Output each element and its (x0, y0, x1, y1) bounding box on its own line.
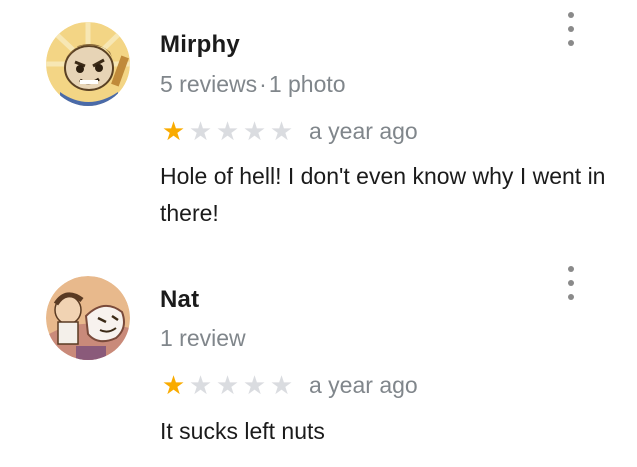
more-vertical-icon (568, 294, 574, 300)
review-date: a year ago (309, 117, 418, 144)
review-count: 1 review (160, 325, 246, 351)
rating-row: ★ ★ ★ ★ ★ a year ago (160, 371, 418, 399)
cartoon-face-avatar-icon (46, 22, 130, 106)
star-rating: ★ ★ ★ ★ ★ (160, 372, 295, 398)
meta-separator: · (259, 71, 267, 97)
more-vertical-icon (568, 12, 574, 18)
star-empty-icon: ★ (269, 370, 294, 400)
star-empty-icon: ★ (188, 116, 213, 146)
reviewer-meta: 1 review (160, 325, 246, 352)
more-vertical-icon (568, 26, 574, 32)
star-empty-icon: ★ (215, 370, 240, 400)
review-text: It sucks left nuts (160, 418, 325, 444)
star-empty-icon: ★ (242, 370, 267, 400)
reviewer-avatar[interactable] (46, 22, 130, 106)
more-options-button[interactable] (560, 12, 582, 46)
star-empty-icon: ★ (242, 116, 267, 146)
star-empty-icon: ★ (188, 370, 213, 400)
photo-count: 1 photo (268, 71, 346, 97)
reviewer-meta: 5 reviews·1 photo (160, 71, 346, 98)
cartoon-characters-avatar-icon (46, 276, 130, 360)
review-text: Hole of hell! I don't even know why I we… (160, 163, 606, 226)
star-filled-icon: ★ (161, 116, 186, 146)
review-date: a year ago (309, 371, 418, 398)
more-vertical-icon (568, 40, 574, 46)
star-empty-icon: ★ (215, 116, 240, 146)
reviewer-name[interactable]: Mirphy (160, 31, 240, 59)
star-rating: ★ ★ ★ ★ ★ (160, 118, 295, 144)
more-options-button[interactable] (560, 266, 582, 300)
more-vertical-icon (568, 266, 574, 272)
reviewer-avatar[interactable] (46, 276, 130, 360)
star-filled-icon: ★ (161, 370, 186, 400)
rating-row: ★ ★ ★ ★ ★ a year ago (160, 117, 418, 145)
reviewer-name[interactable]: Nat (160, 286, 199, 314)
review-count: 5 reviews (160, 71, 258, 97)
star-empty-icon: ★ (269, 116, 294, 146)
more-vertical-icon (568, 280, 574, 286)
